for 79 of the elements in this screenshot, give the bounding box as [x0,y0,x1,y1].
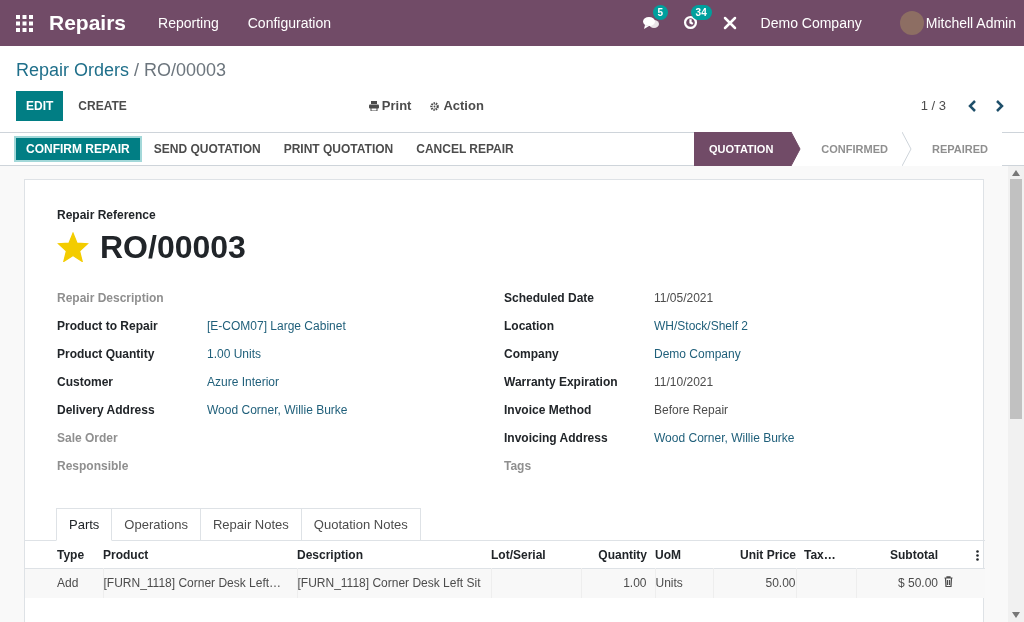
menu-item[interactable]: Reporting [158,12,219,34]
breadcrumb-link[interactable]: Repair Orders [16,56,130,84]
user-menu[interactable]: Mitchell Admin [925,12,1016,34]
next-icon[interactable] [994,100,1004,112]
field-label: Product to Repair [57,318,159,335]
column-header: Product [103,540,297,569]
header-button[interactable]: SEND QUOTATION [143,136,271,162]
table-cell: 1.00 [623,576,647,590]
pager-value: 1 / 3 [920,97,946,116]
field-label: Company [504,346,560,363]
column-header: Unit Price [713,540,796,569]
star-icon[interactable] [57,232,89,262]
field-link[interactable]: Wood Corner, Willie Burke [207,401,348,419]
field-label: Repair Reference [57,207,157,224]
record-title: RO/00003 [100,228,246,267]
column-header: Type [25,540,103,569]
field-link[interactable]: 1.00 Units [207,345,262,363]
message-count-badge: 5 [652,5,669,20]
field-label: Product Quantity [57,346,156,363]
table-cell: Units [655,576,683,590]
tab[interactable]: Parts [56,508,113,541]
confirm-button[interactable]: CONFIRM REPAIR [14,136,142,162]
field-value: Before Repair [654,402,729,419]
tab[interactable]: Quotation Notes [300,508,421,541]
scroll-down-icon[interactable] [1012,612,1020,618]
options-icon[interactable] [976,549,979,561]
column-header: UoM [655,540,713,569]
column-header: Tax… [796,540,856,569]
company-switcher[interactable]: Demo Company [760,12,862,34]
field-label: Location [504,318,555,335]
field-link[interactable]: WH/Stock/Shelf 2 [654,317,749,335]
field-label: Delivery Address [57,402,156,419]
print-button[interactable]: Print [368,96,412,116]
field-label: Warranty Expiration [504,374,619,391]
menu-item[interactable]: Configuration [247,12,332,34]
action-button[interactable]: Action [430,96,484,116]
field-value: 11/10/2021 [654,374,714,391]
table-cell: Add [57,576,79,590]
field-label: Invoice Method [504,402,593,419]
field-label: Repair Description [57,290,165,307]
field-link[interactable]: Wood Corner, Willie Burke [654,429,795,447]
edit-button[interactable]: EDIT [16,91,64,121]
field-value: 11/05/2021 [654,290,714,307]
column-header: Quantity [581,540,655,569]
field-link[interactable]: [E-COM07] Large Cabinet [207,317,346,335]
previous-icon[interactable] [968,100,978,112]
apps-menu-icon[interactable] [16,14,33,32]
field-label: Responsible [57,458,130,475]
field-label: Sale Order [57,430,119,447]
clock-icon[interactable] [682,15,698,30]
field-link[interactable]: Azure Interior [207,373,280,391]
printer-icon [368,101,379,111]
header-button[interactable]: PRINT QUOTATION [273,136,404,162]
gear-icon [430,101,440,111]
field-label: Invoicing Address [504,430,609,447]
field-label: Tags [504,458,533,475]
table-cell: [FURN_1118] Corner Desk Left… [103,576,282,590]
scrollbar-thumb[interactable] [1010,179,1022,419]
header-button[interactable]: CANCEL REPAIR [406,136,524,162]
column-header: Lot/Serial [491,540,581,569]
field-link[interactable]: Demo Company [654,345,741,363]
breadcrumb-separator: / [134,58,140,82]
step-divider [791,132,802,166]
tools-icon[interactable] [722,16,737,30]
table-cell: [FURN_1118] Corner Desk Left Sit [297,576,481,590]
field-label: Customer [57,374,114,391]
activity-count-badge: 34 [690,5,712,20]
table-cell: 50.00 [765,576,796,590]
table-cell: $ 50.00 [897,576,938,590]
field-label: Scheduled Date [504,290,596,307]
scroll-up-icon[interactable] [1012,170,1020,176]
create-button[interactable]: CREATE [63,91,142,121]
scrollbar[interactable] [1008,166,1024,622]
delete-icon[interactable] [944,576,953,587]
chat-icon[interactable] [642,16,659,30]
breadcrumb-current: RO/00003 [144,58,227,82]
column-header: Description [297,540,491,569]
column-header: Subtotal [856,540,938,569]
app-name[interactable]: Repairs [49,7,127,39]
